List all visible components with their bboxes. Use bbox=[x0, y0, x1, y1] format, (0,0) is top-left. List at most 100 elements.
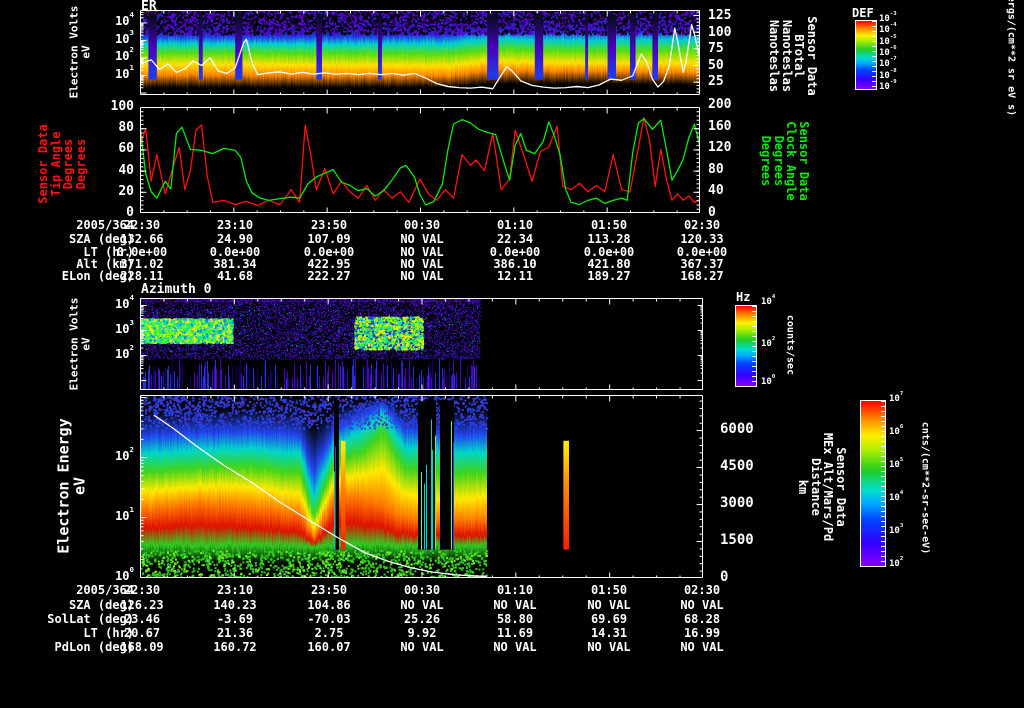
panel2-yticks-2: 60 bbox=[118, 141, 134, 156]
tick-exponent: 2 bbox=[129, 445, 134, 455]
tick-base: 10 bbox=[889, 559, 900, 569]
ephemeris-table-bottom-cell: NO VAL bbox=[400, 640, 444, 654]
ephemeris-table-top-cell: 41.68 bbox=[216, 269, 254, 283]
ephemeris-table-top-cell: 132.66 bbox=[120, 232, 164, 246]
mex-colorbar-ticks-3: 104 bbox=[889, 490, 919, 503]
tick-base: 10 bbox=[889, 493, 900, 503]
panel1-yticks-2: 102 bbox=[96, 46, 134, 63]
tick-base: 10 bbox=[761, 377, 772, 387]
ephemeris-table-top-cell: 168.27 bbox=[680, 269, 724, 283]
tick-exponent: 0 bbox=[771, 374, 776, 381]
ephemeris-table-top-cell: 22:30 bbox=[123, 218, 161, 232]
tick-exponent: 7 bbox=[899, 391, 904, 398]
panel2-yticks-3: 40 bbox=[118, 163, 134, 178]
ephemeris-table-bottom-cell: 168.09 bbox=[120, 640, 164, 654]
tick-base: 10 bbox=[115, 322, 130, 336]
tick-base: 10 bbox=[115, 297, 130, 311]
panel3-y-axis-label: Electron Volts eV bbox=[67, 297, 92, 391]
tick-base: 10 bbox=[761, 339, 772, 349]
tick-base: 10 bbox=[115, 569, 130, 583]
panel3-canvas bbox=[140, 298, 703, 390]
ephemeris-table-top-cell: 12.11 bbox=[496, 269, 534, 283]
tick-exponent: 4 bbox=[129, 10, 134, 20]
tick-base: 10 bbox=[879, 82, 890, 92]
ephemeris-table-bottom-cell: 23:50 bbox=[310, 583, 348, 597]
tick-exponent: 4 bbox=[129, 293, 134, 303]
ephemeris-table-bottom-cell: -3.69 bbox=[216, 612, 254, 626]
mex-colorbar bbox=[860, 400, 886, 567]
panel4-yticks-0: 102 bbox=[96, 446, 134, 463]
tick-exponent: -7 bbox=[889, 56, 897, 63]
tick-exponent: 3 bbox=[129, 28, 134, 38]
ephemeris-table-top-cell: 01:10 bbox=[496, 218, 534, 232]
ephemeris-table-bottom-cell: 104.86 bbox=[307, 598, 351, 612]
ephemeris-table-bottom-cell: 9.92 bbox=[407, 626, 437, 640]
ephemeris-table-top-cell: 00:30 bbox=[403, 218, 441, 232]
ephemeris-table-bottom-cell: 22:30 bbox=[123, 583, 161, 597]
panel4-right-ticks-0: 6000 bbox=[720, 421, 754, 437]
panel4-right-ticks-1: 4500 bbox=[720, 458, 754, 474]
tick-base: 10 bbox=[879, 71, 890, 81]
tick-base: 10 bbox=[115, 32, 130, 46]
panel1-right-ticks-4: 25 bbox=[708, 74, 724, 89]
ephemeris-table-top-cell: 228.11 bbox=[120, 269, 164, 283]
panel4-yticks-1: 101 bbox=[96, 506, 134, 523]
ephemeris-table-bottom-cell: 16.99 bbox=[683, 626, 721, 640]
panel1-right-ticks-3: 50 bbox=[708, 58, 724, 73]
panel2-right-ticks-1: 160 bbox=[708, 119, 732, 134]
ephemeris-table-top-cell: 24.90 bbox=[216, 232, 254, 246]
panel1-yticks-0: 104 bbox=[96, 11, 134, 28]
ephemeris-table-bottom-cell: 58.80 bbox=[496, 612, 534, 626]
ephemeris-table-bottom-cell: 00:30 bbox=[403, 583, 441, 597]
ephemeris-table-bottom-cell: 160.72 bbox=[213, 640, 257, 654]
ephemeris-table-top-cell: 189.27 bbox=[587, 269, 631, 283]
ephemeris-table-bottom-cell: 2.75 bbox=[314, 626, 344, 640]
panel3-yticks-1: 103 bbox=[96, 319, 134, 336]
ephemeris-table-bottom-cell: 14.31 bbox=[590, 626, 628, 640]
mex-colorbar-ticks-2: 105 bbox=[889, 457, 919, 470]
ephemeris-table-bottom-cell: 69.69 bbox=[590, 612, 628, 626]
ephemeris-table-top-cell: 222.27 bbox=[307, 269, 351, 283]
def-colorbar-ticks-6: 10-9 bbox=[879, 79, 913, 92]
panel1-right-axis-label: Sensor Data BTotal Nanoteslas Nanoteslas bbox=[767, 16, 820, 96]
panel4-canvas bbox=[140, 395, 703, 578]
tick-exponent: -4 bbox=[889, 22, 897, 29]
tick-exponent: 4 bbox=[771, 294, 776, 301]
panel2-right-ticks-4: 40 bbox=[708, 183, 724, 198]
ephemeris-table-bottom-cell: 23.46 bbox=[123, 612, 161, 626]
tick-exponent: 1 bbox=[129, 505, 134, 515]
ephemeris-table-top-cell: 113.28 bbox=[587, 232, 631, 246]
panel3-title: Azimuth 0 bbox=[141, 282, 212, 297]
ephemeris-table-bottom-cell: NO VAL bbox=[493, 640, 537, 654]
ephemeris-table-bottom-cell: NO VAL bbox=[587, 640, 631, 654]
panel1-yticks-3: 101 bbox=[96, 64, 134, 81]
tick-exponent: -5 bbox=[889, 34, 897, 41]
tick-exponent: 2 bbox=[129, 343, 134, 353]
panel4-right-axis-label: Sensor Data MEx Alt/Mars/Pd Distance km bbox=[796, 432, 849, 542]
tick-exponent: 3 bbox=[899, 523, 904, 530]
ephemeris-table-bottom-cell: 160.07 bbox=[307, 640, 351, 654]
ephemeris-table-bottom-cell: NO VAL bbox=[680, 640, 724, 654]
ephemeris-table-bottom-cell: 23:10 bbox=[216, 583, 254, 597]
panel4-y-axis-label: Electron Energy eV bbox=[54, 418, 88, 554]
tick-exponent: 3 bbox=[129, 318, 134, 328]
def-colorbar-title: DEF bbox=[852, 6, 874, 20]
panel3-yticks-0: 104 bbox=[96, 294, 134, 311]
panel2-right-axis-label: Sensor Data Clock Angle Degrees Degrees bbox=[759, 121, 812, 201]
tick-base: 10 bbox=[115, 509, 130, 523]
mex-colorbar-ticks-5: 102 bbox=[889, 556, 919, 569]
mex-colorbar-ticks-4: 103 bbox=[889, 523, 919, 536]
tick-base: 10 bbox=[879, 37, 890, 47]
ephemeris-table-bottom-cell: 140.23 bbox=[213, 598, 257, 612]
hz-colorbar bbox=[735, 305, 757, 387]
tick-base: 10 bbox=[889, 427, 900, 437]
hz-colorbar-ticks-1: 102 bbox=[761, 336, 791, 349]
ephemeris-table-bottom-cell: 01:10 bbox=[496, 583, 534, 597]
tick-exponent: 6 bbox=[899, 424, 904, 431]
panel2-yticks-0: 100 bbox=[110, 99, 134, 114]
panel1-yticks-1: 103 bbox=[96, 29, 134, 46]
ephemeris-table-top-cell: 23:10 bbox=[216, 218, 254, 232]
panel1-title: ER bbox=[141, 0, 157, 14]
ephemeris-table-bottom-cell: 126.23 bbox=[120, 598, 164, 612]
tick-exponent: 2 bbox=[129, 45, 134, 55]
